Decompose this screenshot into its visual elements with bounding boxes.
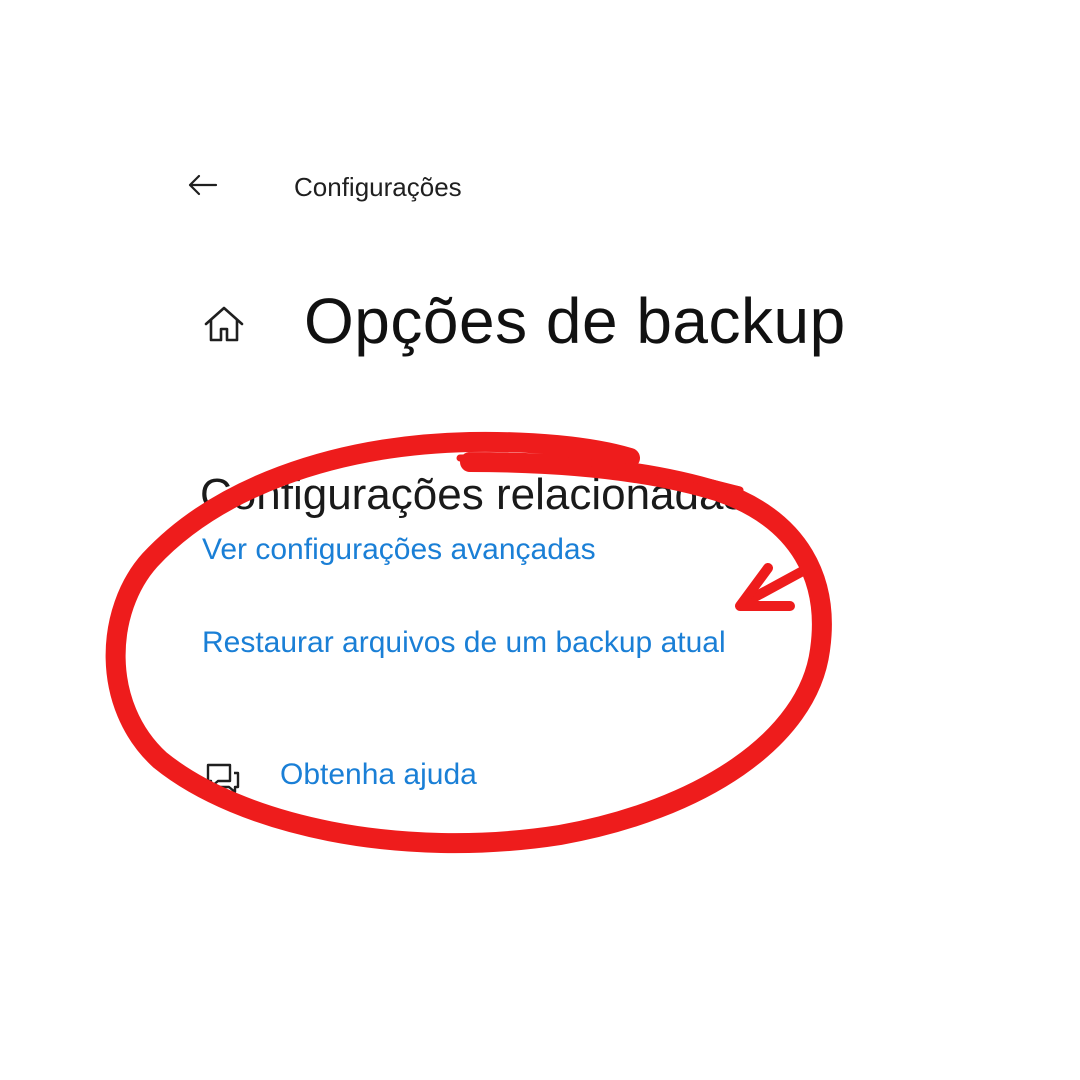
get-help-link[interactable]: Obtenha ajuda bbox=[280, 758, 477, 792]
related-settings-heading: Configurações relacionadas bbox=[200, 470, 746, 519]
app-title: Configurações bbox=[294, 172, 462, 202]
back-button[interactable] bbox=[180, 165, 224, 205]
arrow-left-icon bbox=[188, 174, 218, 196]
help-chat-icon bbox=[200, 755, 244, 799]
advanced-settings-link[interactable]: Ver configurações avançadas bbox=[202, 533, 596, 567]
page-title: Opções de backup bbox=[304, 285, 846, 357]
restore-files-link[interactable]: Restaurar arquivos de um backup atual bbox=[202, 626, 726, 660]
home-icon[interactable] bbox=[200, 300, 248, 348]
